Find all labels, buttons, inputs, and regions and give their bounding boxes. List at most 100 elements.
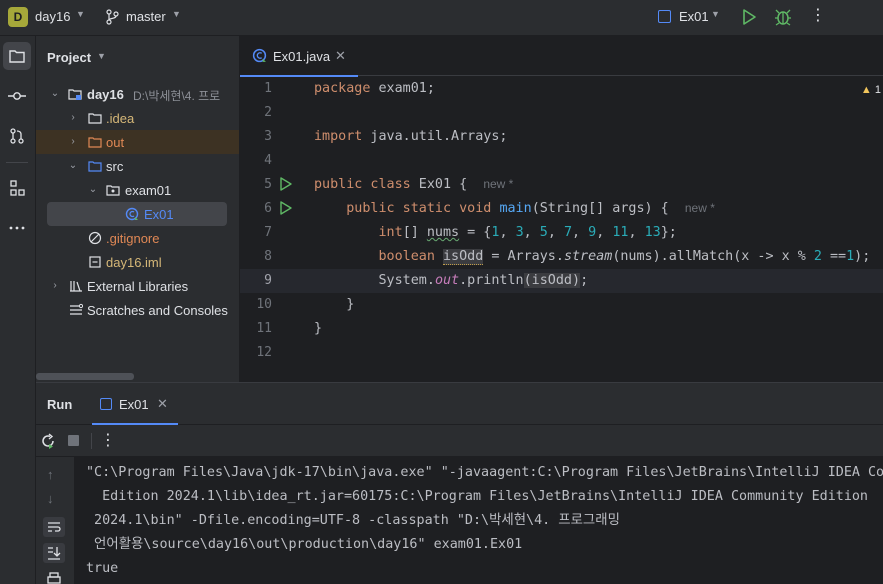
tree-item-external-libraries[interactable]: › External Libraries	[36, 274, 239, 298]
branch-icon[interactable]	[105, 9, 119, 25]
code-token: 11	[612, 225, 629, 240]
code-line[interactable]: 1 package exam01;	[240, 77, 883, 101]
run-gutter-icon[interactable]	[279, 177, 293, 191]
stop-icon[interactable]	[68, 435, 79, 446]
arrow-up-icon[interactable]: ↑	[47, 467, 54, 482]
editor: Ex01.java ✕ ▲ 1 1 package exam01; 2 3 im…	[240, 36, 883, 382]
chevron-down-icon[interactable]: ▼	[172, 9, 181, 19]
arrow-down-icon[interactable]: ↓	[47, 491, 54, 506]
code-token: isOdd	[443, 249, 484, 265]
tree-item-ex01[interactable]: Ex01	[47, 202, 227, 226]
console-line: Edition 2024.1\lib\idea_rt.jar=60175:C:\…	[86, 489, 868, 504]
code-token: ==	[821, 249, 847, 264]
run-panel-header: Run Ex01 ✕	[36, 383, 883, 425]
tree-item-out[interactable]: › out	[36, 130, 239, 154]
code-line[interactable]: 2	[240, 101, 883, 125]
project-panel: Project ▼ ⌄ day16 D:\박세현\4. 프로 › .idea ›…	[36, 36, 240, 382]
chevron-down-icon[interactable]: ▼	[76, 9, 85, 19]
pull-requests-icon[interactable]	[3, 122, 31, 150]
code-token: nums	[426, 225, 460, 240]
tree-item-gitignore[interactable]: .gitignore	[36, 226, 239, 250]
debug-icon[interactable]	[774, 7, 792, 27]
code-token: public class	[314, 177, 411, 192]
run-icon[interactable]	[740, 8, 758, 26]
code-token: 1	[846, 249, 855, 264]
chevron-down-icon[interactable]: ▼	[711, 9, 720, 19]
console-output[interactable]: "C:\Program Files\Java\jdk-17\bin\java.e…	[86, 461, 883, 581]
chevron-right-icon[interactable]: ›	[50, 280, 60, 291]
tree-item-src[interactable]: ⌄ src	[36, 154, 239, 178]
module-folder-icon	[68, 89, 82, 100]
code-line[interactable]: 10 }	[240, 293, 883, 317]
code-line[interactable]: 12	[240, 341, 883, 365]
chevron-down-icon[interactable]: ▼	[97, 51, 106, 61]
tree-item-idea[interactable]: › .idea	[36, 106, 239, 130]
console-line: true	[86, 561, 119, 576]
code-line[interactable]: 8 boolean isOdd = Arrays.stream(nums).al…	[240, 245, 883, 269]
project-badge[interactable]: D	[8, 7, 28, 27]
project-name[interactable]: day16	[35, 9, 70, 24]
code-line-current[interactable]: 9 System.out.println(isOdd);	[240, 269, 883, 293]
code-line[interactable]: 3 import java.util.Arrays;	[240, 125, 883, 149]
code-token: stream	[563, 249, 613, 264]
line-number: 2	[264, 105, 272, 120]
line-number: 8	[264, 249, 272, 264]
tree-item-day16[interactable]: ⌄ day16 D:\박세현\4. 프로	[36, 82, 239, 106]
run-toolbar: ⋮	[36, 425, 883, 457]
tree-item-iml[interactable]: day16.iml	[36, 250, 239, 274]
line-number: 9	[264, 273, 272, 288]
code-line[interactable]: 6 public static void main(String[] args)…	[240, 197, 883, 221]
print-icon[interactable]	[43, 569, 65, 584]
console-line: 언어활용\source\day16\out\production\day16" …	[86, 537, 523, 552]
code-token: System.	[378, 273, 435, 288]
code-line[interactable]: 7 int[] nums = {1, 3, 5, 7, 9, 11, 13};	[240, 221, 883, 245]
run-config-icon	[100, 398, 112, 410]
more-icon[interactable]: ⋮	[100, 430, 116, 450]
scratches-icon	[70, 303, 83, 315]
close-icon[interactable]: ✕	[335, 48, 346, 64]
code-token: = {	[459, 225, 492, 240]
close-icon[interactable]: ✕	[157, 396, 168, 412]
code-line[interactable]: 4	[240, 149, 883, 173]
tree-item-exam01[interactable]: ⌄ exam01	[36, 178, 239, 202]
tab-ex01-java[interactable]: Ex01.java ✕	[240, 36, 358, 77]
line-number: 10	[256, 297, 272, 312]
package-icon	[106, 185, 120, 196]
tab-label: Ex01.java	[273, 49, 331, 64]
run-config-name[interactable]: Ex01	[679, 9, 709, 24]
branch-name[interactable]: master	[126, 9, 166, 24]
tab-run-ex01[interactable]: Ex01 ✕	[92, 383, 178, 425]
line-number: 6	[264, 201, 272, 216]
inlay-hint[interactable]: new *	[685, 201, 715, 215]
chevron-right-icon[interactable]: ›	[68, 136, 78, 147]
chevron-down-icon[interactable]: ⌄	[88, 184, 98, 195]
soft-wrap-icon[interactable]	[43, 517, 65, 537]
run-side-toolbar: ↑ ↓	[36, 457, 74, 584]
code-token: 1	[491, 225, 500, 240]
structure-icon[interactable]	[3, 174, 31, 202]
line-number: 4	[264, 153, 272, 168]
commit-icon[interactable]	[3, 82, 31, 110]
code-token: 9	[588, 225, 597, 240]
folder-icon	[88, 113, 102, 124]
code-token: out	[434, 273, 460, 288]
more-tools-icon[interactable]	[3, 214, 31, 242]
project-icon[interactable]	[3, 42, 31, 70]
code-line[interactable]: 5 public class Ex01 { new *	[240, 173, 883, 197]
run-gutter-icon[interactable]	[279, 201, 293, 215]
chevron-down-icon[interactable]: ⌄	[50, 88, 60, 99]
library-icon	[70, 281, 82, 292]
tree-item-label: src	[106, 159, 124, 174]
source-folder-icon	[88, 161, 102, 172]
chevron-right-icon[interactable]: ›	[68, 112, 78, 123]
rerun-icon[interactable]	[40, 433, 56, 449]
horizontal-scrollbar[interactable]	[36, 373, 134, 380]
chevron-down-icon[interactable]: ⌄	[68, 160, 78, 171]
more-icon[interactable]: ⋮	[810, 6, 826, 28]
code-line[interactable]: 11 }	[240, 317, 883, 341]
scroll-to-end-icon[interactable]	[43, 543, 65, 563]
project-panel-title[interactable]: Project	[47, 50, 91, 65]
tree-item-scratches[interactable]: Scratches and Consoles	[36, 298, 239, 322]
inlay-hint[interactable]: new *	[483, 177, 513, 191]
editor-tab-bar: Ex01.java ✕	[240, 36, 883, 77]
